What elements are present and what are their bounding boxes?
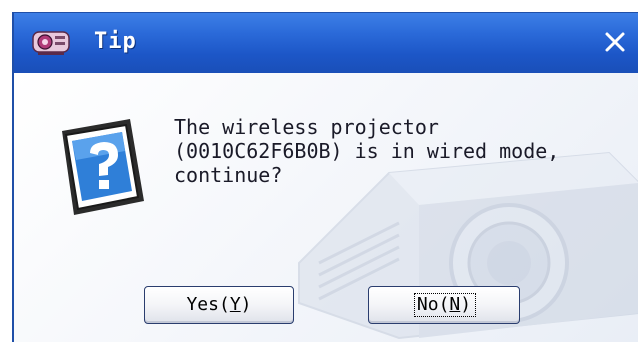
title-bar[interactable]: Tip [14, 13, 638, 73]
yes-button-mnemonic: Y [229, 294, 241, 315]
yes-button-label: Yes [186, 294, 219, 315]
dialog-body: The wireless projector (0010C62F6B0B) is… [14, 73, 638, 342]
help-question-icon [52, 113, 152, 223]
focus-indicator [414, 293, 476, 317]
dialog-message: The wireless projector (0010C62F6B0B) is… [174, 115, 624, 187]
projector-app-icon [32, 27, 70, 57]
message-line: The wireless projector [174, 115, 439, 139]
no-button[interactable]: No(N) [368, 286, 520, 324]
message-line: (0010C62F6B0B) is in wired mode, [174, 139, 560, 163]
window-title: Tip [94, 29, 137, 54]
yes-button[interactable]: Yes(Y) [144, 286, 294, 324]
tip-dialog: Tip The wireless projector (0010C62F6B0B… [12, 12, 638, 342]
close-button[interactable] [600, 27, 630, 57]
close-icon [605, 32, 625, 52]
screen: Tip The wireless projector (0010C62F6B0B… [0, 0, 638, 342]
message-line: continue? [174, 163, 283, 187]
